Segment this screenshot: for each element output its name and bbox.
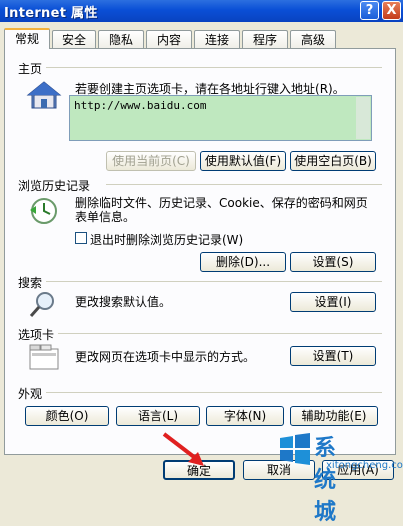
tab-privacy[interactable]: 隐私	[98, 30, 144, 48]
use-default-button[interactable]: 使用默认值(F)	[200, 151, 286, 171]
magnifier-icon	[28, 290, 58, 320]
textarea-scrollbar[interactable]	[356, 97, 370, 139]
red-arrow-annotation	[160, 430, 210, 470]
divider	[58, 333, 382, 334]
tab-programs[interactable]: 程序	[242, 30, 288, 48]
search-description: 更改搜索默认值。	[75, 295, 172, 309]
tabs-description: 更改网页在选项卡中显示的方式。	[75, 350, 256, 364]
delete-history-button[interactable]: 删除(D)...	[200, 252, 286, 272]
home-description-key: (R)。	[315, 82, 345, 96]
use-current-button[interactable]: 使用当前页(C)	[106, 151, 196, 171]
history-settings-button[interactable]: 设置(S)	[290, 252, 376, 272]
search-settings-button[interactable]: 设置(I)	[290, 292, 376, 312]
divider	[46, 392, 382, 393]
accessibility-button[interactable]: 辅助功能(E)	[290, 406, 378, 426]
search-section-title: 搜索	[18, 276, 43, 290]
tabs-section-title: 选项卡	[18, 328, 55, 342]
home-address-value: http://www.baidu.com	[74, 99, 207, 112]
delete-on-exit-label: 退出时删除浏览历史记录(W)	[90, 233, 244, 247]
colors-button[interactable]: 颜色(O)	[25, 406, 109, 426]
help-button[interactable]: ?	[360, 1, 379, 20]
window-title: Internet 属性	[4, 6, 98, 21]
home-icon	[26, 80, 62, 110]
languages-button[interactable]: 语言(L)	[116, 406, 200, 426]
tabs-window-icon	[28, 343, 60, 371]
tab-advanced[interactable]: 高级	[290, 30, 336, 48]
history-section-title: 浏览历史记录	[18, 179, 91, 193]
tab-connections[interactable]: 连接	[194, 30, 240, 48]
home-section-title: 主页	[18, 62, 43, 76]
use-blank-button[interactable]: 使用空白页(B)	[290, 151, 376, 171]
divider	[46, 67, 382, 68]
appearance-section-title: 外观	[18, 387, 43, 401]
delete-on-exit-checkbox[interactable]	[75, 232, 87, 244]
divider	[106, 184, 382, 185]
tab-content[interactable]: 内容	[146, 30, 192, 48]
tab-general[interactable]: 常规	[4, 28, 50, 49]
title-bar: Internet 属性 ? X	[0, 0, 403, 22]
divider	[46, 281, 382, 282]
home-address-field[interactable]: http://www.baidu.com	[69, 95, 372, 141]
windows-logo-icon	[278, 432, 312, 466]
close-button[interactable]: X	[382, 1, 401, 20]
fonts-button[interactable]: 字体(N)	[206, 406, 284, 426]
history-description: 删除临时文件、历史记录、Cookie、保存的密码和网页表单信息。	[75, 196, 368, 224]
tab-security[interactable]: 安全	[52, 30, 96, 48]
watermark-url: xitongcheng.com	[326, 460, 403, 471]
tabs-settings-button[interactable]: 设置(T)	[290, 346, 376, 366]
watermark-brand: 系统城	[314, 436, 338, 525]
history-clock-icon	[28, 196, 62, 226]
